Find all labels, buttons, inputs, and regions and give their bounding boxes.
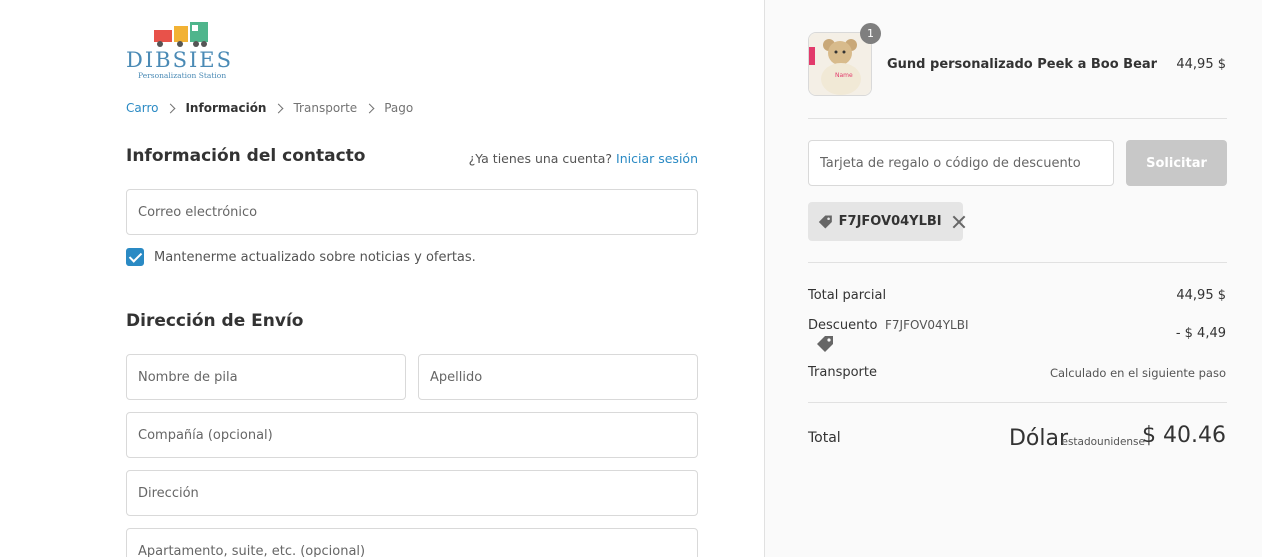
discount-code-label: F7JFOV04YLBI xyxy=(885,318,969,332)
product-price: 44,95 $ xyxy=(1176,57,1226,72)
breadcrumb-information: Información xyxy=(185,101,267,115)
company-field[interactable] xyxy=(127,413,697,457)
breadcrumb-shipping: Transporte xyxy=(293,101,358,115)
email-field[interactable] xyxy=(127,190,697,234)
address-wrapper xyxy=(126,470,698,516)
last-name-wrapper xyxy=(418,354,698,400)
have-account-text: ¿Ya tienes una cuenta? xyxy=(468,151,613,166)
train-logo-icon xyxy=(154,22,208,47)
store-logo[interactable]: DIBSIES Personalization Station xyxy=(126,20,236,82)
login-link[interactable]: Iniciar sesión xyxy=(616,151,698,166)
apply-discount-button[interactable]: Solicitar xyxy=(1126,140,1227,186)
email-field-wrapper xyxy=(126,189,698,235)
quantity-badge: 1 xyxy=(860,23,881,44)
contact-section-title: Información del contacto xyxy=(126,146,366,166)
apartment-wrapper xyxy=(126,528,698,557)
discount-code-field[interactable] xyxy=(809,141,1113,185)
breadcrumb: Carro Información Transporte Pago xyxy=(126,101,413,115)
subtotal-value: 44,95 $ xyxy=(1176,288,1226,303)
divider xyxy=(808,118,1227,119)
product-thumbnail: Name xyxy=(808,32,872,96)
svg-text:Name: Name xyxy=(835,72,853,79)
chevron-right-icon xyxy=(274,103,284,113)
product-name: Gund personalizado Peek a Boo Bear xyxy=(887,57,1158,72)
chevron-right-icon xyxy=(166,103,176,113)
remove-code-icon[interactable] xyxy=(952,215,963,229)
total-label: Total xyxy=(808,430,841,446)
shipping-value: Calculado en el siguiente paso xyxy=(1049,366,1226,380)
logo-wordmark: DIBSIES xyxy=(126,48,233,72)
divider xyxy=(808,402,1227,403)
tag-icon xyxy=(817,336,833,352)
main-checkout-panel: DIBSIES Personalization Station Carro In… xyxy=(0,0,764,557)
tag-icon xyxy=(818,214,832,229)
first-name-field[interactable] xyxy=(127,355,405,399)
address-field[interactable] xyxy=(127,471,697,515)
breadcrumb-payment: Pago xyxy=(384,101,414,115)
applied-discount-tag: F7JFOV04YLBI xyxy=(808,202,963,241)
total-currency-sub: estadounidense xyxy=(1061,436,1145,448)
subtotal-label: Total parcial xyxy=(808,288,887,303)
login-prompt: ¿Ya tienes una cuenta? Iniciar sesión xyxy=(469,151,698,166)
newsletter-option: Mantenerme actualizado sobre noticias y … xyxy=(126,248,476,266)
total-amount: $ 40.46 xyxy=(1142,423,1226,448)
newsletter-checkbox[interactable] xyxy=(126,248,144,266)
last-name-field[interactable] xyxy=(419,355,697,399)
first-name-wrapper xyxy=(126,354,406,400)
teddy-bear-icon: Name xyxy=(809,33,871,95)
discount-label: Descuento xyxy=(808,318,878,333)
apartment-field[interactable] xyxy=(127,529,697,557)
logo-tagline: Personalization Station xyxy=(138,71,227,80)
discount-input-wrapper xyxy=(808,140,1114,186)
shipping-section-title: Dirección de Envío xyxy=(126,311,304,331)
divider xyxy=(808,262,1227,263)
order-summary-sidebar: Name 1 Gund personalizado Peek a Boo Bea… xyxy=(764,0,1262,557)
applied-code-text: F7JFOV04YLBI xyxy=(838,214,942,229)
discount-value: - $ 4,49 xyxy=(1175,326,1226,341)
company-wrapper xyxy=(126,412,698,458)
chevron-right-icon xyxy=(364,103,375,113)
total-currency-word: Dólar xyxy=(1008,426,1068,451)
shipping-label: Transporte xyxy=(808,365,877,380)
breadcrumb-cart[interactable]: Carro xyxy=(126,101,158,115)
newsletter-label: Mantenerme actualizado sobre noticias y … xyxy=(154,249,476,265)
